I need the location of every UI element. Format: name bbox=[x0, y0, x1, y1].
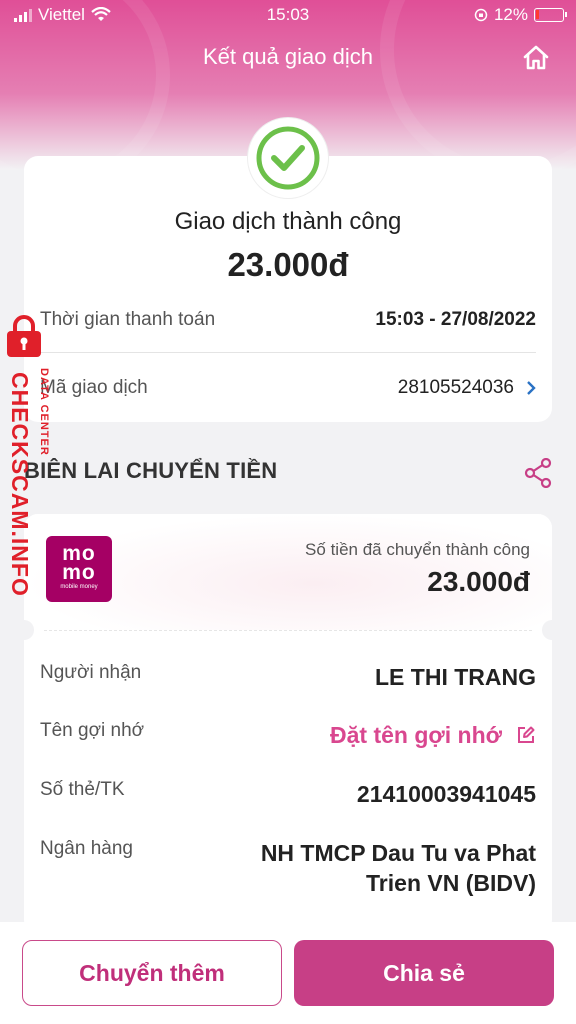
watermark-text: CHECKSCAM.INFO bbox=[7, 372, 33, 597]
payment-time-row: Thời gian thanh toán 15:03 - 27/08/2022 bbox=[40, 305, 536, 335]
recipient-label: Người nhận bbox=[40, 662, 142, 683]
success-badge bbox=[248, 118, 328, 198]
watermark-subtext: DATA CENTER bbox=[38, 368, 50, 456]
account-value: 21410003941045 bbox=[356, 781, 536, 807]
page-title: Kết quả giao dịch bbox=[202, 44, 374, 69]
transaction-id-link[interactable]: 28105524036 bbox=[398, 377, 536, 399]
divider bbox=[40, 352, 536, 353]
battery-status: 12% bbox=[474, 5, 567, 25]
receipt-card: mo mo mobile money Số tiền đã chuyển thà… bbox=[24, 514, 552, 934]
battery-icon bbox=[534, 8, 567, 22]
set-nickname-text: Đặt tên gợi nhớ bbox=[330, 722, 502, 748]
bank-value-line-1: NH TMCP Dau Tu va Phat bbox=[260, 840, 536, 866]
bank-row: Ngân hàng NH TMCP Dau Tu va Phat Trien V… bbox=[40, 838, 536, 898]
transaction-id-row[interactable]: Mã giao dịch 28105524036 bbox=[40, 373, 536, 403]
success-check-icon bbox=[256, 126, 320, 190]
account-label: Số thẻ/TK bbox=[40, 779, 125, 800]
bank-label: Ngân hàng bbox=[40, 838, 133, 859]
chevron-right-icon bbox=[527, 381, 536, 395]
bank-value-line-2: Trien VN (BIDV) bbox=[366, 870, 536, 896]
nickname-label: Tên gợi nhớ bbox=[40, 720, 145, 741]
payment-time-value: 15:03 - 27/08/2022 bbox=[375, 309, 536, 330]
share-button[interactable]: Chia sẻ bbox=[294, 940, 554, 1006]
orientation-lock-icon bbox=[474, 8, 488, 22]
share-icon[interactable] bbox=[524, 458, 552, 488]
payment-time-label: Thời gian thanh toán bbox=[40, 309, 216, 330]
transaction-id-value: 28105524036 bbox=[397, 377, 514, 398]
lock-icon bbox=[7, 315, 41, 357]
sent-amount: 23.000đ bbox=[427, 566, 530, 597]
sent-amount-label: Số tiền đã chuyển thành công bbox=[305, 540, 530, 559]
receipt-section-title: BIÊN LAI CHUYỂN TIỀN bbox=[24, 458, 278, 483]
receipt-notch-right bbox=[542, 620, 552, 640]
nickname-row: Tên gợi nhớ Đặt tên gợi nhớ bbox=[40, 720, 536, 750]
battery-percent: 12% bbox=[493, 5, 528, 24]
edit-icon bbox=[518, 726, 535, 743]
transfer-more-button[interactable]: Chuyển thêm bbox=[22, 940, 282, 1006]
account-row: Số thẻ/TK 21410003941045 bbox=[40, 779, 536, 809]
recipient-value: LE THI TRANG bbox=[375, 664, 536, 690]
transaction-status: Giao dịch thành công bbox=[174, 208, 402, 235]
watermark: CHECKSCAM.INFO DATA CENTER bbox=[2, 308, 62, 598]
recipient-row: Người nhận LE THI TRANG bbox=[40, 662, 536, 692]
receipt-header: mo mo mobile money Số tiền đã chuyển thà… bbox=[24, 514, 552, 630]
bottom-action-bar: Chuyển thêm Chia sẻ bbox=[0, 922, 576, 1024]
home-icon[interactable] bbox=[522, 44, 550, 72]
status-bar: Viettel 15:03 12% bbox=[0, 0, 576, 30]
bank-value: NH TMCP Dau Tu va Phat Trien VN (BIDV) bbox=[261, 838, 536, 898]
set-nickname-link[interactable]: Đặt tên gợi nhớ bbox=[330, 720, 536, 750]
receipt-divider bbox=[44, 630, 532, 631]
transaction-amount: 23.000đ bbox=[227, 246, 349, 283]
